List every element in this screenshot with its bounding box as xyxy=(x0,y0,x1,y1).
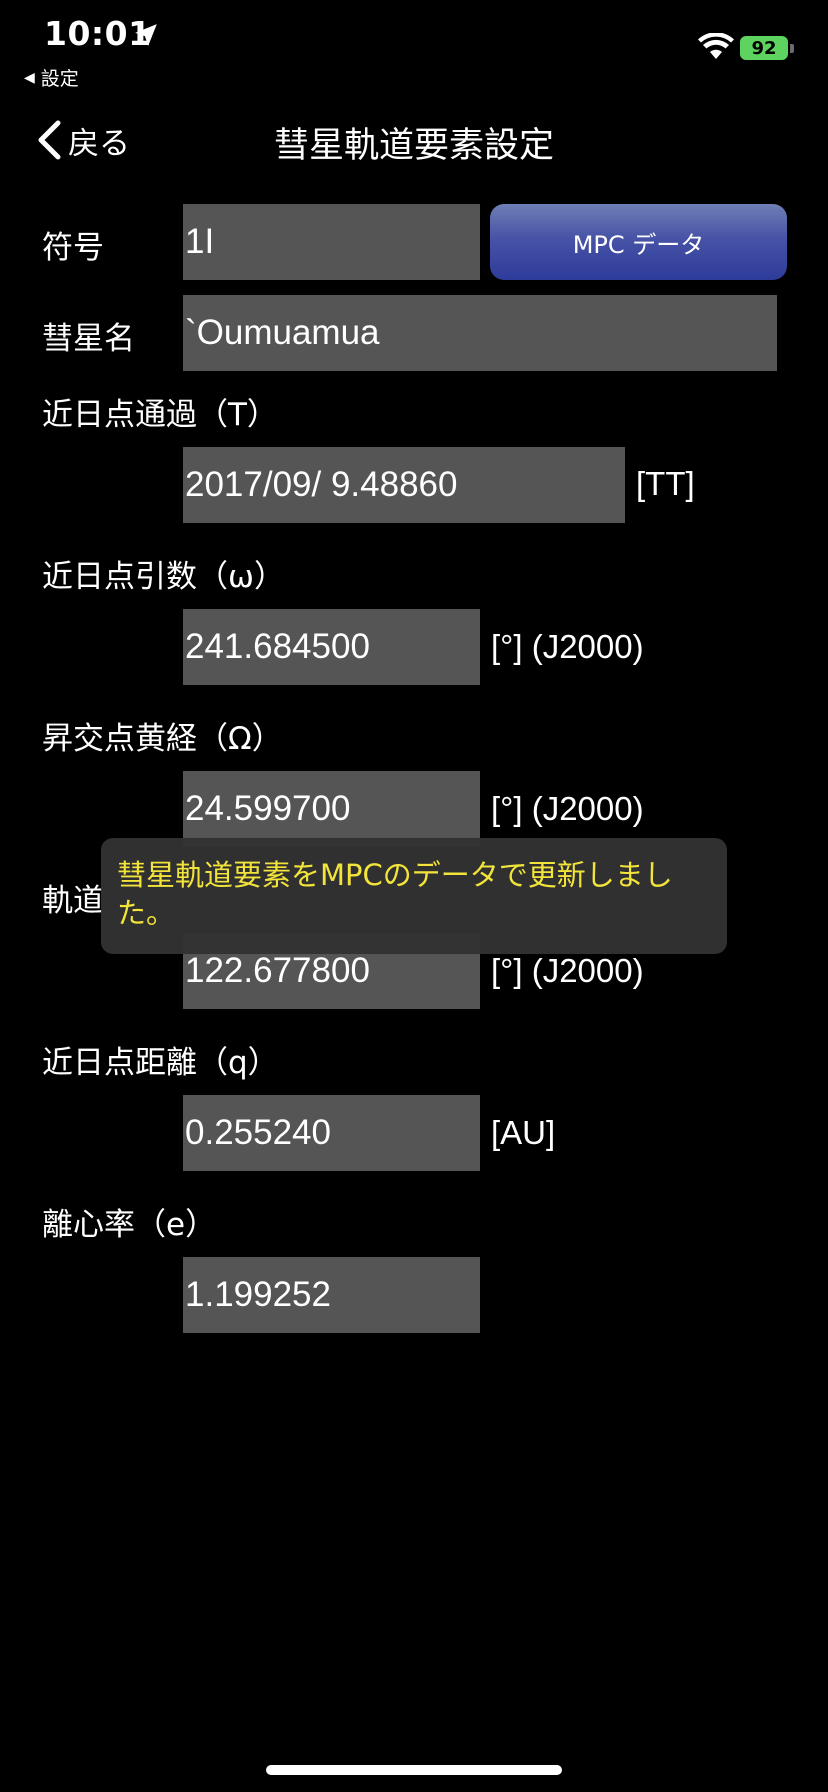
comet-name-input[interactable] xyxy=(183,295,777,371)
perihelion-time-label: 近日点通過（T） xyxy=(42,397,278,433)
perihelion-time-input[interactable] xyxy=(183,447,625,523)
asc-node-input[interactable] xyxy=(183,771,480,847)
mpc-data-button[interactable]: MPC データ xyxy=(490,204,787,280)
symbol-label: 符号 xyxy=(42,230,104,266)
asc-node-label: 昇交点黄経（Ω） xyxy=(42,721,283,757)
back-to-app[interactable]: ◀ 設定 xyxy=(24,64,79,91)
toast-message: 彗星軌道要素をMPCのデータで更新しました。 xyxy=(101,838,727,954)
page-title: 彗星軌道要素設定 xyxy=(273,126,554,166)
eccentricity-label: 離心率（e） xyxy=(42,1207,217,1243)
arg-perihelion-label: 近日点引数（ω） xyxy=(42,559,285,595)
eccentricity-input[interactable] xyxy=(183,1257,480,1333)
symbol-input[interactable] xyxy=(183,204,480,280)
home-indicator[interactable] xyxy=(266,1765,562,1775)
asc-node-unit: [°] (J2000) xyxy=(491,790,644,827)
wifi-icon xyxy=(698,33,734,59)
location-arrow-icon xyxy=(135,24,157,46)
arg-perihelion-input[interactable] xyxy=(183,609,480,685)
back-triangle-icon: ◀ xyxy=(24,69,35,86)
battery-icon: 92 xyxy=(740,36,788,60)
arg-perihelion-unit: [°] (J2000) xyxy=(491,628,644,665)
perihelion-dist-input[interactable] xyxy=(183,1095,480,1171)
perihelion-time-unit: [TT] xyxy=(636,465,695,502)
back-app-label: 設定 xyxy=(40,68,79,90)
inclination-unit: [°] (J2000) xyxy=(491,952,644,989)
perihelion-dist-label: 近日点距離（q） xyxy=(42,1045,279,1081)
comet-name-label: 彗星名 xyxy=(42,321,135,357)
battery-level: 92 xyxy=(751,37,777,59)
inclination-label: 軌道 xyxy=(42,883,104,919)
battery-cap xyxy=(790,44,794,53)
perihelion-dist-unit: [AU] xyxy=(491,1114,556,1151)
